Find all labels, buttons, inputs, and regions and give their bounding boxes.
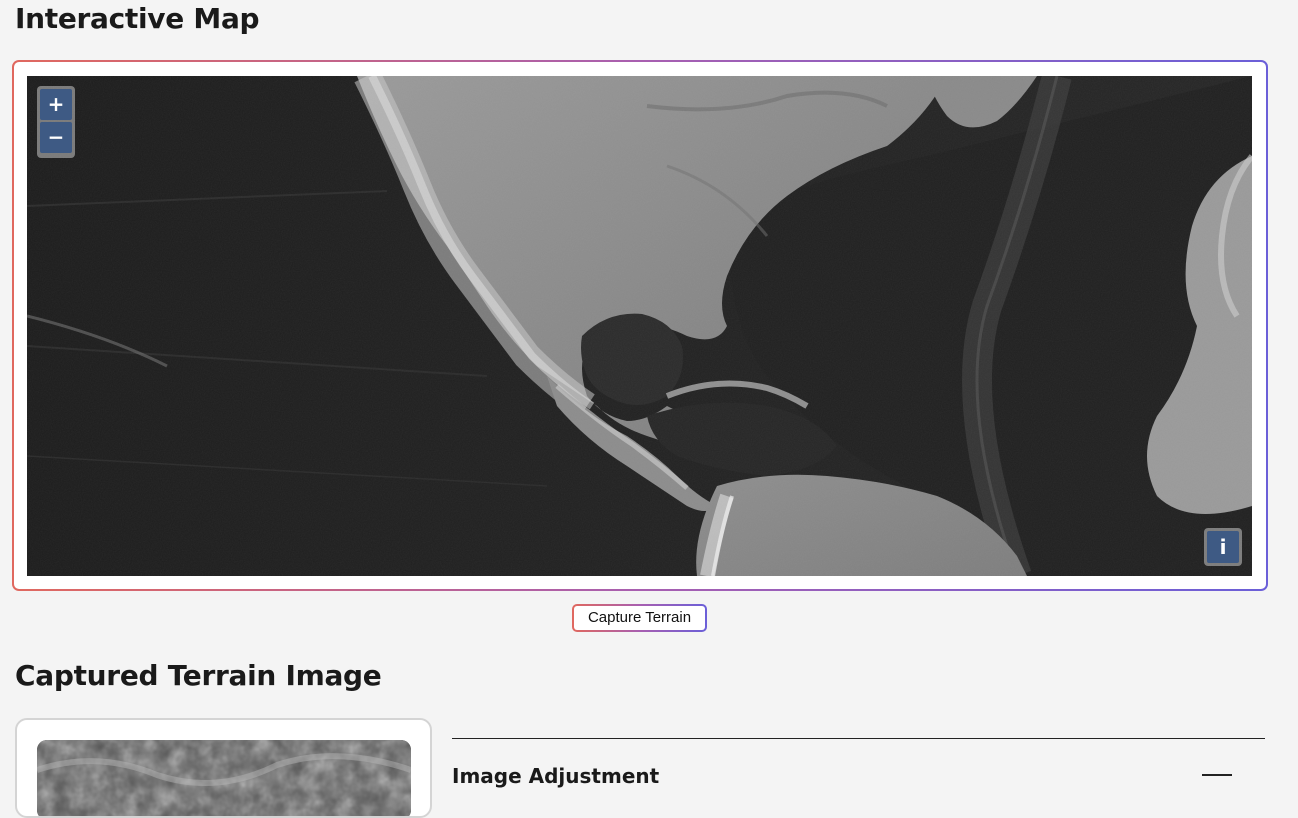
- captured-terrain-graphic: [37, 740, 411, 816]
- zoom-control: + −: [37, 86, 75, 158]
- page-title: Interactive Map: [15, 2, 260, 35]
- terrain-map-graphic: [27, 76, 1252, 576]
- terrain-map[interactable]: + − i: [27, 76, 1252, 576]
- image-adjustment-title[interactable]: Image Adjustment: [452, 762, 659, 790]
- info-control: i: [1204, 528, 1242, 566]
- captured-terrain-image: [37, 740, 411, 816]
- capture-terrain-button-frame: Capture Terrain: [572, 604, 707, 632]
- map-frame-inner: + − i: [14, 62, 1266, 589]
- info-icon[interactable]: i: [1207, 531, 1239, 563]
- collapse-icon[interactable]: [1200, 768, 1234, 782]
- map-frame: + − i: [12, 60, 1268, 591]
- captured-image-card: [15, 718, 432, 818]
- zoom-in-button[interactable]: +: [40, 89, 72, 120]
- zoom-out-button[interactable]: −: [40, 122, 72, 153]
- adjustment-divider: [452, 738, 1265, 739]
- capture-terrain-button[interactable]: Capture Terrain: [574, 606, 705, 630]
- captured-terrain-title: Captured Terrain Image: [15, 659, 382, 692]
